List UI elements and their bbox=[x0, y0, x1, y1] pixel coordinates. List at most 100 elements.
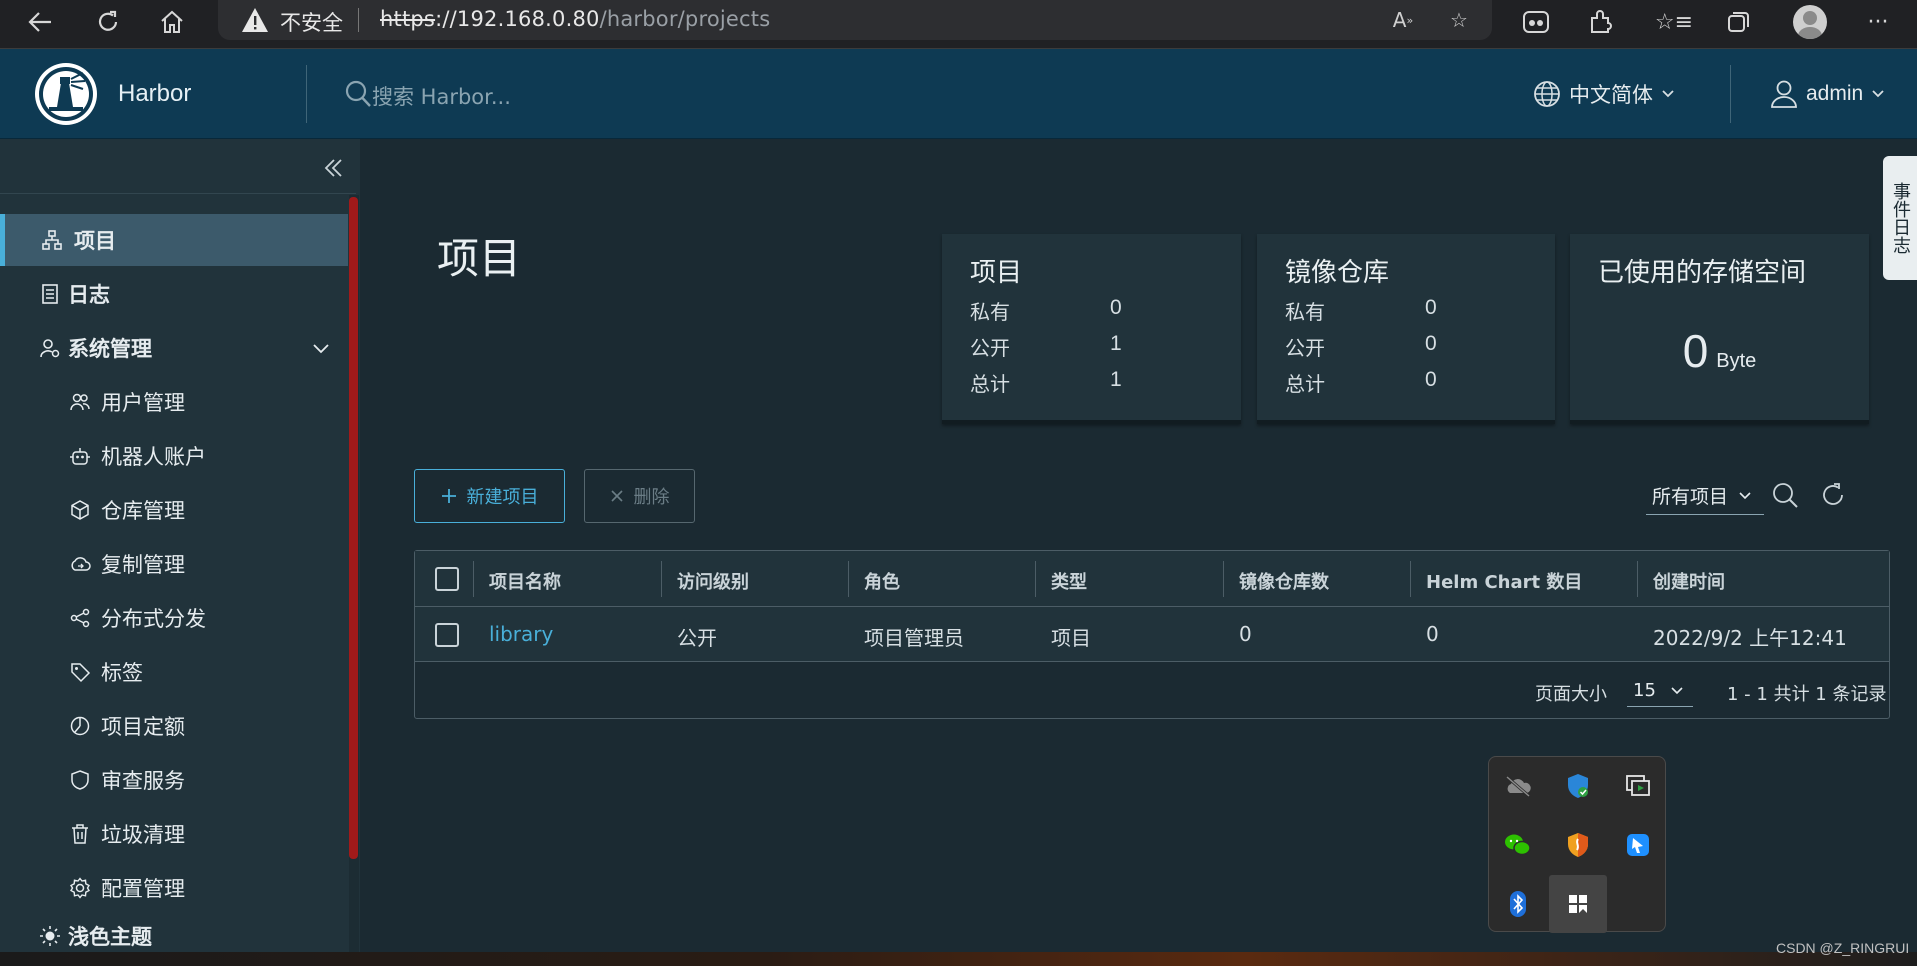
globe-icon bbox=[1534, 81, 1560, 107]
page-title: 项目 bbox=[437, 234, 522, 283]
chevron-down-icon bbox=[313, 344, 329, 354]
screen-record-icon[interactable] bbox=[1609, 757, 1667, 815]
sun-icon bbox=[38, 924, 62, 948]
close-icon bbox=[610, 490, 623, 502]
table-footer: 页面大小 15 1 - 1 共计 1 条记录 bbox=[415, 663, 1889, 719]
page-size-label: 页面大小 bbox=[1535, 684, 1607, 705]
shield-icon bbox=[68, 768, 92, 792]
url-text[interactable]: https://192.168.0.80/harbor/projects bbox=[380, 7, 770, 31]
sidebar-item-distribution[interactable]: 分布式分发 bbox=[0, 592, 348, 644]
sidebar-item-label: 用户管理 bbox=[101, 391, 185, 415]
sidebar-item-label: 标签 bbox=[101, 661, 143, 685]
creation-time: 2022/9/2 上午12:41 bbox=[1653, 626, 1847, 650]
collections-icon[interactable] bbox=[1718, 4, 1758, 40]
sidebar-item-light-theme[interactable]: 浅色主题 bbox=[0, 916, 348, 956]
url-path: /harbor/projects bbox=[599, 7, 771, 31]
sidebar-item-registries[interactable]: 仓库管理 bbox=[0, 484, 348, 536]
admin-icon bbox=[38, 336, 62, 360]
column-header[interactable]: 镜像仓库数 bbox=[1239, 568, 1329, 594]
address-bar[interactable]: 不安全 https://192.168.0.80/harbor/projects… bbox=[218, 0, 1492, 40]
extensions-icon[interactable] bbox=[1580, 4, 1620, 40]
brand-name[interactable]: Harbor bbox=[118, 80, 191, 108]
project-filter-select[interactable]: 所有项目 bbox=[1646, 477, 1764, 515]
new-project-button[interactable]: 新建项目 bbox=[414, 469, 565, 523]
sidebar-item-configuration[interactable]: 配置管理 bbox=[0, 862, 348, 914]
back-icon[interactable] bbox=[18, 2, 62, 42]
sidebar-item-logs[interactable]: 日志 bbox=[0, 268, 348, 320]
sidebar-item-label: 浅色主题 bbox=[68, 925, 152, 949]
warning-icon bbox=[240, 6, 270, 34]
sidebar-item-robot-accounts[interactable]: 机器人账户 bbox=[0, 430, 348, 482]
card-title: 已使用的存储空间 bbox=[1598, 258, 1807, 288]
security-shield-icon[interactable] bbox=[1549, 816, 1607, 874]
sidebar-item-label: 系统管理 bbox=[68, 337, 152, 361]
bluetooth-icon[interactable] bbox=[1489, 875, 1547, 933]
column-header[interactable]: 类型 bbox=[1051, 568, 1087, 594]
search-icon bbox=[344, 79, 372, 109]
sidebar-item-label: 配置管理 bbox=[101, 877, 185, 901]
distribution-icon bbox=[68, 606, 92, 630]
defender-icon[interactable] bbox=[1549, 757, 1607, 815]
registry-icon bbox=[68, 498, 92, 522]
refresh-icon[interactable] bbox=[86, 2, 130, 42]
chevron-down-icon bbox=[1662, 90, 1674, 98]
system-tray-popup bbox=[1488, 756, 1667, 933]
sidebar-item-interrogation[interactable]: 审查服务 bbox=[0, 754, 348, 806]
search-icon[interactable] bbox=[1770, 480, 1802, 512]
sidebar-item-labels[interactable]: 标签 bbox=[0, 646, 348, 698]
storage-unit: Byte bbox=[1716, 350, 1757, 372]
sidebar-item-label: 项目 bbox=[74, 229, 116, 253]
sidebar-item-replications[interactable]: 复制管理 bbox=[0, 538, 348, 590]
onedrive-icon[interactable] bbox=[1489, 757, 1547, 815]
refresh-icon[interactable] bbox=[1818, 480, 1850, 512]
tag-icon bbox=[68, 660, 92, 684]
page-size-select[interactable]: 15 bbox=[1627, 675, 1693, 707]
row-checkbox[interactable] bbox=[435, 623, 459, 647]
collapse-sidebar-icon[interactable] bbox=[318, 153, 348, 183]
global-search-input[interactable]: 搜索 Harbor... bbox=[372, 81, 511, 111]
harbor-logo[interactable] bbox=[35, 63, 97, 125]
sidebar-item-projects[interactable]: 项目 bbox=[0, 214, 348, 266]
profile-icon[interactable] bbox=[1790, 4, 1830, 40]
quota-icon bbox=[68, 714, 92, 738]
language-selector[interactable]: 中文简体 bbox=[1533, 79, 1675, 109]
column-header[interactable]: 项目名称 bbox=[489, 568, 561, 594]
feishu-icon[interactable] bbox=[1609, 816, 1667, 874]
new-project-label: 新建项目 bbox=[466, 487, 539, 508]
card-row-value: 0 bbox=[1425, 368, 1437, 391]
user-menu[interactable]: admin bbox=[1770, 79, 1885, 109]
tracking-icon[interactable] bbox=[1516, 4, 1556, 40]
favorites-icon[interactable]: ☆≡ bbox=[1654, 4, 1694, 40]
sidebar-item-label: 分布式分发 bbox=[101, 607, 206, 631]
app-header: Harbor 搜索 Harbor... 中文简体 admin bbox=[0, 49, 1917, 139]
card-row-label: 公开 bbox=[970, 336, 1010, 360]
wechat-icon[interactable] bbox=[1489, 816, 1547, 874]
table-row[interactable]: library 公开 项目管理员 项目 0 0 2022/9/2 上午12:41 bbox=[415, 607, 1889, 662]
projects-table: 项目名称 访问级别 角色 类型 镜像仓库数 Helm Chart 数目 创建时间… bbox=[414, 550, 1890, 719]
column-header[interactable]: 角色 bbox=[864, 568, 900, 594]
column-header[interactable]: 创建时间 bbox=[1653, 568, 1725, 594]
column-header[interactable]: 访问级别 bbox=[677, 568, 749, 594]
column-header[interactable]: Helm Chart 数目 bbox=[1426, 568, 1582, 594]
event-log-tab[interactable]: 事件日志 bbox=[1883, 156, 1917, 280]
delete-button[interactable]: 删除 bbox=[584, 469, 695, 523]
project-type: 项目 bbox=[1051, 626, 1091, 650]
home-icon[interactable] bbox=[150, 2, 194, 42]
app-tray-icon[interactable] bbox=[1549, 875, 1607, 933]
add-favorite-icon[interactable]: ☆ bbox=[1444, 6, 1474, 34]
username: admin bbox=[1806, 82, 1864, 105]
select-all-checkbox[interactable] bbox=[435, 567, 459, 591]
sidebar-item-gc[interactable]: 垃圾清理 bbox=[0, 808, 348, 860]
read-aloud-icon[interactable]: A» bbox=[1388, 6, 1418, 34]
sidebar-scroll-thumb[interactable] bbox=[349, 197, 358, 859]
project-name-link[interactable]: library bbox=[489, 622, 553, 646]
sidebar-item-admin[interactable]: 系统管理 bbox=[0, 322, 348, 374]
sidebar-item-quotas[interactable]: 项目定额 bbox=[0, 700, 348, 752]
more-icon[interactable]: ··· bbox=[1858, 4, 1898, 40]
user-icon bbox=[1771, 80, 1797, 108]
chevron-down-icon bbox=[1671, 686, 1683, 694]
card-row-value: 0 bbox=[1425, 332, 1437, 355]
sidebar-item-label: 日志 bbox=[68, 283, 110, 307]
sidebar-item-users[interactable]: 用户管理 bbox=[0, 376, 348, 428]
storage-value: 0 bbox=[1682, 325, 1709, 377]
